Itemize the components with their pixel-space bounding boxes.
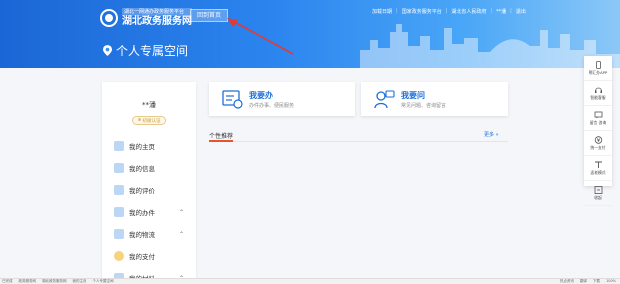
phone-icon bbox=[595, 60, 601, 69]
top-link-date[interactable]: 加载日期 bbox=[372, 8, 392, 15]
float-item-elderly-mode[interactable]: 适老模式 bbox=[584, 156, 612, 181]
rating-icon bbox=[114, 185, 124, 195]
font-size-icon bbox=[594, 161, 602, 168]
id-card-icon bbox=[114, 163, 124, 173]
user-name: **潘 bbox=[142, 101, 156, 109]
profile-panel: **潘 ♛ 初级认证 我的主页 我的信息 我的评价 我的办件 ⌃ 我的物流 ⌃ bbox=[102, 82, 196, 284]
top-link-national-platform[interactable]: 国家政务服务平台 bbox=[402, 8, 442, 15]
menu-item-home[interactable]: 我的主页 bbox=[102, 135, 196, 157]
active-tab-indicator bbox=[209, 140, 233, 142]
yen-icon bbox=[594, 135, 602, 144]
card-title: 我要办 bbox=[249, 90, 273, 100]
top-links: 加载日期 | 国家政务服务平台 | 湖北省人民政府 | **潘 | 退出 bbox=[372, 8, 526, 15]
logout-link[interactable]: 退出 bbox=[516, 8, 526, 15]
menu-item-cases[interactable]: 我的办件 ⌃ bbox=[102, 201, 196, 223]
logo-subtitle: 湖北一网通办政务服务平台 bbox=[122, 8, 192, 16]
chevron-up-icon[interactable]: ⌃ bbox=[179, 231, 184, 238]
page-title-row: 个人专属空间 bbox=[103, 42, 188, 59]
annotation-arrow bbox=[227, 18, 294, 55]
float-item-service[interactable]: 智能客服 bbox=[584, 81, 612, 106]
menu-item-rating[interactable]: 我的评价 bbox=[102, 179, 196, 201]
card-subtitle: 常见问题、咨询留言 bbox=[401, 102, 447, 109]
float-item-message[interactable]: 留言 咨询 bbox=[584, 106, 612, 131]
card-ask-questions[interactable]: 我要问 常见问题、咨询留言 bbox=[361, 82, 508, 116]
status-tab[interactable]: 政务服务网 bbox=[19, 279, 37, 284]
menu-item-label: 我的支付 bbox=[129, 253, 155, 261]
float-item-label: 鄂汇办APP bbox=[588, 69, 608, 75]
chevron-up-icon[interactable]: ⌃ bbox=[179, 209, 184, 216]
collapse-icon bbox=[594, 185, 602, 194]
service-icon bbox=[222, 90, 243, 109]
crown-icon: ♛ bbox=[137, 118, 142, 123]
profile-menu: 我的主页 我的信息 我的评价 我的办件 ⌃ 我的物流 ⌃ 我的支付 我的材料 ⌃ bbox=[102, 135, 196, 284]
status-text: 已完成 bbox=[2, 279, 13, 283]
logo-title: 湖北政务服务网 bbox=[122, 16, 192, 27]
header-banner: 湖北一网通办政务服务平台 湖北政务服务网 回到首页 加载日期 | 国家政务服务平… bbox=[0, 0, 620, 68]
menu-item-label: 我的信息 bbox=[129, 165, 155, 173]
status-tab[interactable]: 湖北政务服务网 bbox=[42, 279, 67, 284]
section-divider bbox=[209, 141, 508, 142]
payment-icon bbox=[114, 251, 124, 261]
float-item-payment[interactable]: 统一支付 bbox=[584, 131, 612, 156]
home-icon bbox=[114, 141, 124, 151]
menu-item-label: 我的办件 bbox=[129, 209, 155, 217]
card-subtitle: 办件办事、便民服务 bbox=[249, 102, 295, 109]
top-link-username[interactable]: **潘 bbox=[496, 8, 506, 15]
menu-item-info[interactable]: 我的信息 bbox=[102, 157, 196, 179]
menu-item-label: 我的主页 bbox=[129, 143, 155, 151]
float-item-label: 适老模式 bbox=[590, 169, 606, 175]
badge-label: 初级认证 bbox=[142, 118, 161, 124]
card-handle-affairs[interactable]: 我要办 办件办事、便民服务 bbox=[209, 82, 355, 116]
menu-item-logistics[interactable]: 我的物流 ⌃ bbox=[102, 223, 196, 245]
case-icon bbox=[114, 207, 124, 217]
verification-badge: ♛ 初级认证 bbox=[132, 116, 166, 125]
card-title: 我要问 bbox=[401, 90, 425, 100]
status-zoom[interactable]: 100% bbox=[606, 279, 616, 284]
recommend-tab[interactable]: 个性推荐 bbox=[209, 131, 233, 140]
home-button[interactable]: 回到首页 bbox=[190, 9, 228, 22]
status-news[interactable]: 热点资讯 bbox=[560, 279, 574, 284]
headset-icon bbox=[594, 87, 602, 93]
status-translate[interactable]: 翻译 bbox=[580, 279, 587, 284]
float-item-label: 留言 咨询 bbox=[589, 119, 607, 125]
status-tab[interactable]: 个人专属空间 bbox=[93, 279, 114, 284]
more-link[interactable]: 更多 » bbox=[484, 131, 499, 138]
floating-toolbar: 鄂汇办APP 智能客服 留言 咨询 统一支付 适老模式 收起 bbox=[584, 56, 612, 206]
menu-item-label: 我的评价 bbox=[129, 187, 155, 195]
float-item-label: 收起 bbox=[594, 194, 602, 200]
message-icon bbox=[594, 111, 602, 118]
emblem-icon bbox=[100, 9, 118, 27]
page-title: 个人专属空间 bbox=[116, 44, 189, 58]
location-pin-icon bbox=[103, 45, 112, 56]
browser-status-bar: 已完成 政务服务网 湖北政务服务网 我的主页 个人专属空间 热点资讯 翻译 下载… bbox=[0, 278, 620, 284]
consult-icon bbox=[374, 90, 395, 109]
status-tab[interactable]: 我的主页 bbox=[73, 279, 87, 284]
menu-item-label: 我的物流 bbox=[129, 231, 155, 239]
float-item-app[interactable]: 鄂汇办APP bbox=[584, 56, 612, 81]
status-download[interactable]: 下载 bbox=[593, 279, 600, 284]
float-item-label: 智能客服 bbox=[590, 94, 606, 100]
top-link-provincial-gov[interactable]: 湖北省人民政府 bbox=[451, 8, 486, 15]
truck-icon bbox=[114, 229, 124, 239]
float-item-collapse[interactable]: 收起 bbox=[584, 181, 612, 206]
site-logo[interactable]: 湖北一网通办政务服务平台 湖北政务服务网 bbox=[100, 8, 192, 28]
city-skyline-decoration bbox=[360, 24, 620, 68]
float-item-label: 统一支付 bbox=[590, 144, 606, 150]
menu-item-payment[interactable]: 我的支付 bbox=[102, 245, 196, 267]
